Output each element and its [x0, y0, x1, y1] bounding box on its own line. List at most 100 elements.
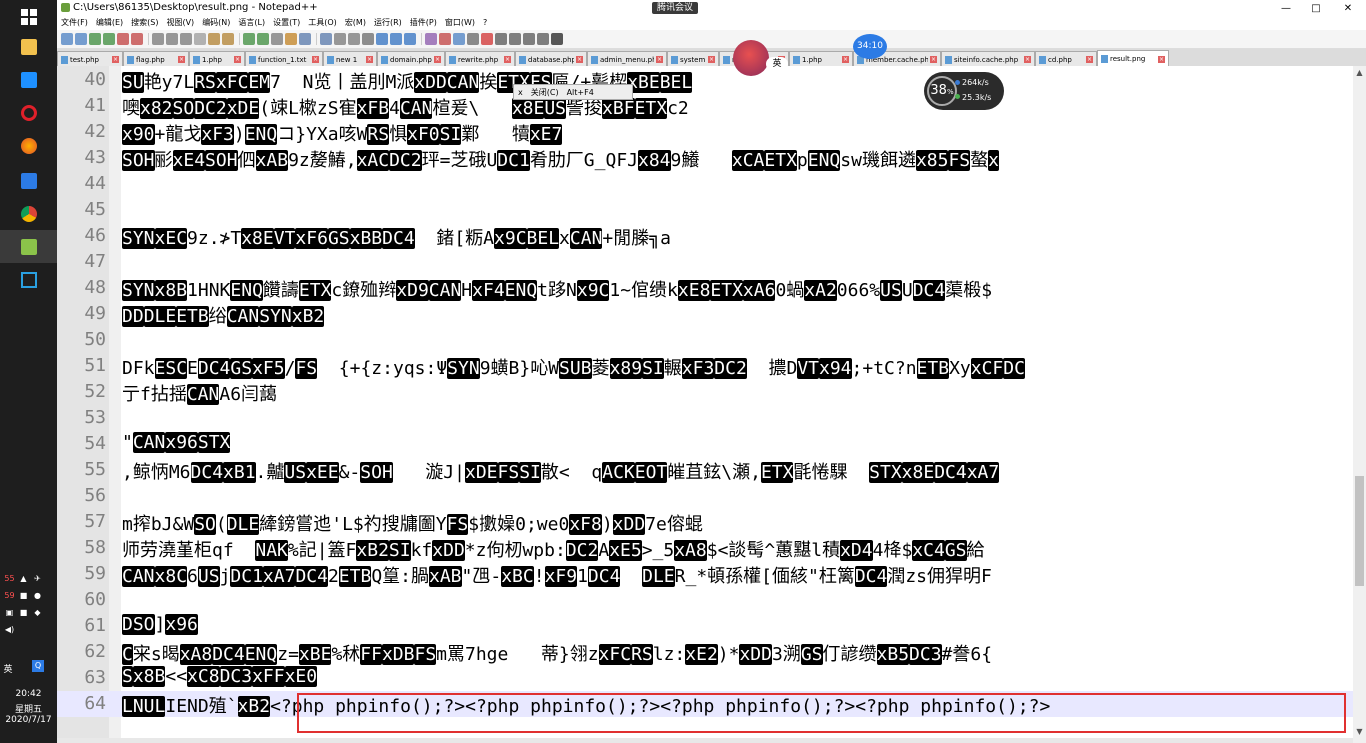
- close-tab-icon[interactable]: ×: [312, 56, 319, 63]
- chrome-taskbar-button[interactable]: [0, 197, 57, 230]
- close-tab-icon[interactable]: ×: [504, 56, 511, 63]
- code-line[interactable]: 63 Sx8B<<xC8DC3xFFxE0: [57, 665, 1353, 691]
- app-taskbar-button[interactable]: [0, 263, 57, 296]
- toolbar-button-icon[interactable]: [61, 33, 73, 45]
- file-tab[interactable]: test.php ×: [57, 51, 123, 67]
- code-line[interactable]: 52 亍f拈揺CANA6闫藹: [57, 379, 1353, 405]
- opera-taskbar-button[interactable]: [0, 96, 57, 129]
- code-line[interactable]: 44: [57, 171, 1353, 197]
- toolbar-button-icon[interactable]: [320, 33, 332, 45]
- toolbar-button-icon[interactable]: [152, 33, 164, 45]
- meeting-indicator[interactable]: 腾讯会议: [652, 2, 699, 14]
- file-tab[interactable]: siteinfo.cache.php ×: [941, 51, 1035, 67]
- close-tab-icon[interactable]: ×: [930, 56, 937, 63]
- meeting-app-taskbar-button[interactable]: [0, 164, 57, 197]
- ime-indicator[interactable]: 英: [0, 662, 28, 675]
- menu-item[interactable]: 视图(V): [162, 16, 198, 30]
- tray-plane-icon[interactable]: ✈: [32, 573, 43, 583]
- tray-app-icon[interactable]: ■: [18, 590, 29, 600]
- menu-item[interactable]: 宏(M): [341, 16, 370, 30]
- close-tab-icon[interactable]: ×: [178, 56, 185, 63]
- code-line[interactable]: 50: [57, 327, 1353, 353]
- scroll-thumb[interactable]: [1355, 476, 1364, 586]
- toolbar-button-icon[interactable]: [453, 33, 465, 45]
- avatar[interactable]: [733, 40, 769, 76]
- toolbar-button-icon[interactable]: [348, 33, 360, 45]
- volume-icon[interactable]: ◀): [4, 624, 15, 634]
- code-line[interactable]: 62 C宩s暍xA8DC4ENQz=xBE%秫FFxDBFSm罵7hge 蒂}翎z…: [57, 639, 1353, 665]
- tray-mic-icon[interactable]: ●: [32, 590, 43, 600]
- code-line[interactable]: 60: [57, 587, 1353, 613]
- menu-item[interactable]: 编码(N): [198, 16, 234, 30]
- pin-app-taskbar-button[interactable]: [0, 63, 57, 96]
- close-tab-icon[interactable]: ×: [656, 56, 663, 63]
- file-tab[interactable]: new 1 ×: [323, 51, 377, 67]
- toolbar-button-icon[interactable]: [376, 33, 388, 45]
- code-line[interactable]: 56: [57, 483, 1353, 509]
- close-tab-icon[interactable]: ×: [1158, 55, 1165, 63]
- start-button[interactable]: [0, 0, 57, 33]
- toolbar-button-icon[interactable]: [439, 33, 451, 45]
- menu-item[interactable]: 插件(P): [406, 16, 441, 30]
- horizontal-scrollbar[interactable]: [57, 738, 1353, 743]
- scroll-down-icon[interactable]: ▼: [1353, 725, 1366, 738]
- scroll-up-icon[interactable]: ▲: [1353, 66, 1366, 79]
- menu-item[interactable]: 语言(L): [234, 16, 269, 30]
- file-tab[interactable]: 1.php ×: [789, 51, 853, 67]
- code-line[interactable]: 54 "CANx96STX: [57, 431, 1353, 457]
- menu-item[interactable]: 设置(T): [269, 16, 304, 30]
- code-line[interactable]: 48 SYNx8B1HNKENQ饡譸ETXc鐐殈辫xD9CANHxF4ENQt跢N…: [57, 275, 1353, 301]
- code-line[interactable]: 42 x90+龍戈xF3)ENQコ}YXa咳WRS惧xF0SI鄴 犢xE7: [57, 119, 1353, 145]
- toolbar-button-icon[interactable]: [523, 33, 535, 45]
- file-tab[interactable]: 1.php ×: [189, 51, 245, 67]
- file-tab[interactable]: flag.php ×: [123, 51, 189, 67]
- toolbar-button-icon[interactable]: [208, 33, 220, 45]
- file-tab[interactable]: function_1.txt ×: [245, 51, 323, 67]
- toolbar-button-icon[interactable]: [509, 33, 521, 45]
- code-line[interactable]: 41 噢x82SODC2xDE(竦L樕zS寉xFB4CAN楦爰\ x8EUS訾捘x…: [57, 93, 1353, 119]
- toolbar-button-icon[interactable]: [299, 33, 311, 45]
- code-line[interactable]: 61 DSO]x96: [57, 613, 1353, 639]
- file-tab[interactable]: admin_menu.php×: [587, 51, 667, 67]
- menu-item[interactable]: 窗口(W): [441, 16, 479, 30]
- toolbar-button-icon[interactable]: [537, 33, 549, 45]
- close-tab-icon[interactable]: ×: [366, 56, 373, 63]
- file-tab[interactable]: domain.php ×: [377, 51, 445, 67]
- toolbar-button-icon[interactable]: [117, 33, 129, 45]
- toolbar-button-icon[interactable]: [362, 33, 374, 45]
- input-method-icon[interactable]: Q: [32, 660, 44, 672]
- menu-item[interactable]: 搜索(S): [127, 16, 162, 30]
- close-tab-icon[interactable]: ×: [576, 56, 583, 63]
- toolbar-button-icon[interactable]: [404, 33, 416, 45]
- menu-item[interactable]: 编辑(E): [92, 16, 127, 30]
- code-line[interactable]: 55 ,鲸怲M6DC4xB1.齇USxEE&-SOH 漩J|xDEFSSI散< q…: [57, 457, 1353, 483]
- code-line[interactable]: 40 SU艳y7LRSxFCEM7 N览丨盖刖M派xDDCAN挨ETXFS匾/+甏…: [57, 67, 1353, 93]
- code-line[interactable]: 57 m搾bJ&WSO(DLE縴鎊嘗迆'L$礿搜牗圗YFS$擻嬠0;we0xF8)…: [57, 509, 1353, 535]
- tray-clock-date[interactable]: 2020/7/17: [0, 715, 57, 725]
- toolbar-button-icon[interactable]: [103, 33, 115, 45]
- toolbar-button-icon[interactable]: [467, 33, 479, 45]
- code-line[interactable]: 49 DDDLEETB绤CANSYNxB2: [57, 301, 1353, 327]
- close-tab-icon[interactable]: ×: [434, 56, 441, 63]
- code-line[interactable]: 58 师劳澆堇柜qf NAK%記|篕FxB2SIkfxDD*z佝杒wpb:DC2A…: [57, 535, 1353, 561]
- code-line[interactable]: 51 DFkESCEDC4GSxF5/FS {+{z:yqs:ΨSYN9蟥B}吣W…: [57, 353, 1353, 379]
- file-tab[interactable]: cd.php ×: [1035, 51, 1097, 67]
- network-speed-widget[interactable]: 38% 264k/s 25.3k/s: [924, 72, 1004, 110]
- toolbar-button-icon[interactable]: [334, 33, 346, 45]
- tray-app-icon[interactable]: ■: [18, 607, 29, 617]
- tray-shield-icon[interactable]: ◆: [32, 607, 43, 617]
- meeting-timer[interactable]: 34:10: [853, 34, 887, 59]
- firefox-taskbar-button[interactable]: [0, 129, 57, 162]
- minimize-button[interactable]: —: [1271, 0, 1301, 16]
- code-line[interactable]: 47: [57, 249, 1353, 275]
- file-tab[interactable]: database.php ×: [515, 51, 587, 67]
- close-tab-icon[interactable]: ×: [1024, 56, 1031, 63]
- code-line[interactable]: 43 SOH彨xE4SOH伵xAB9z嫠鰆,xACDC2玶=芝硪UDC1肴肋厂G_…: [57, 145, 1353, 171]
- toolbar-button-icon[interactable]: [194, 33, 206, 45]
- close-button[interactable]: ✕: [1333, 0, 1363, 16]
- code-line[interactable]: 45: [57, 197, 1353, 223]
- file-tab[interactable]: system ×: [667, 51, 719, 67]
- toolbar-button-icon[interactable]: [495, 33, 507, 45]
- toolbar-button-icon[interactable]: [285, 33, 297, 45]
- tray-clock-time[interactable]: 20:42: [0, 689, 57, 699]
